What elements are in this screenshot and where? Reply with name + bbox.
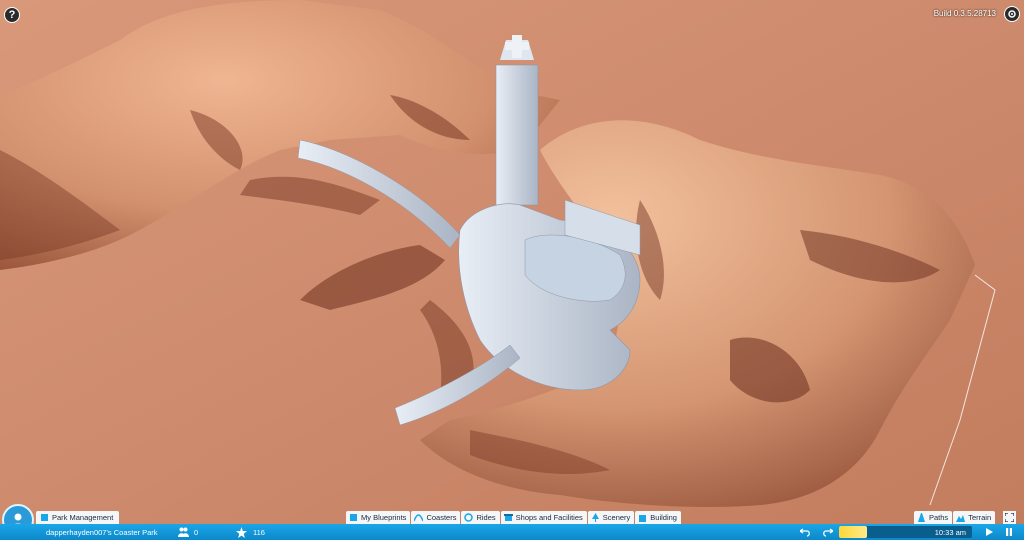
pause-icon <box>1006 528 1012 536</box>
status-bar: dapperhayden007's Coaster Park 0 116 10:… <box>0 524 1024 540</box>
gear-icon <box>1008 10 1016 18</box>
redo-button[interactable] <box>822 524 833 540</box>
tab-label: Paths <box>929 513 949 522</box>
park-rating[interactable]: 116 <box>236 524 265 540</box>
main-toolbar: My Blueprints Coasters Rides Shops and F… <box>346 511 681 524</box>
rides-icon <box>464 513 474 522</box>
tab-label: Terrain <box>968 513 992 522</box>
tab-terrain[interactable]: Terrain <box>953 511 996 524</box>
fullscreen-button[interactable] <box>1003 511 1016 524</box>
shop-icon <box>503 514 513 521</box>
tab-label: Shops and Facilities <box>515 513 583 522</box>
tab-paths[interactable]: Paths <box>914 511 953 524</box>
tab-label: My Blueprints <box>361 513 407 522</box>
rating-value: 116 <box>253 527 265 537</box>
tab-label: Park Management <box>52 513 114 522</box>
paths-icon <box>918 513 925 522</box>
park-management-icon <box>41 514 48 521</box>
tab-park-management[interactable]: Park Management <box>36 511 120 524</box>
redo-icon <box>823 528 833 537</box>
coaster-icon <box>414 514 424 522</box>
guests-icon <box>178 527 189 537</box>
guest-count-value: 0 <box>194 527 199 537</box>
tab-building[interactable]: Building <box>635 511 681 524</box>
star-icon <box>236 526 247 538</box>
pause-button[interactable] <box>1004 524 1014 540</box>
tab-my-blueprints[interactable]: My Blueprints <box>346 511 411 524</box>
time-of-day[interactable]: 10:33 am <box>839 526 972 538</box>
play-button[interactable] <box>984 524 994 540</box>
tab-scenery[interactable]: Scenery <box>587 511 635 524</box>
tab-rides[interactable]: Rides <box>461 511 500 524</box>
right-toolbar: Paths Terrain <box>914 511 996 524</box>
guest-count[interactable]: 0 <box>178 524 198 540</box>
settings-button[interactable] <box>1004 6 1020 22</box>
park-name[interactable]: dapperhayden007's Coaster Park <box>46 524 158 540</box>
tree-icon <box>591 513 599 522</box>
tab-label: Building <box>650 513 677 522</box>
expand-icon <box>1005 513 1014 522</box>
undo-button[interactable] <box>800 524 811 540</box>
terrain-icon <box>956 515 966 522</box>
tab-label: Scenery <box>602 513 631 522</box>
game-viewport[interactable] <box>0 0 1024 540</box>
blueprint-icon <box>350 514 357 521</box>
building-icon <box>639 515 647 522</box>
daylight-indicator <box>839 526 867 538</box>
tab-shops-and-facilities[interactable]: Shops and Facilities <box>500 511 587 524</box>
tab-label: Coasters <box>426 513 457 522</box>
help-icon: ? <box>8 9 16 21</box>
undo-icon <box>800 528 810 537</box>
time-value: 10:33 am <box>934 527 966 537</box>
play-icon <box>986 528 993 536</box>
build-label: Build 0.3.5.28713 <box>933 9 996 18</box>
tab-coasters[interactable]: Coasters <box>411 511 461 524</box>
help-button[interactable]: ? <box>4 7 20 23</box>
tab-label: Rides <box>476 513 496 522</box>
